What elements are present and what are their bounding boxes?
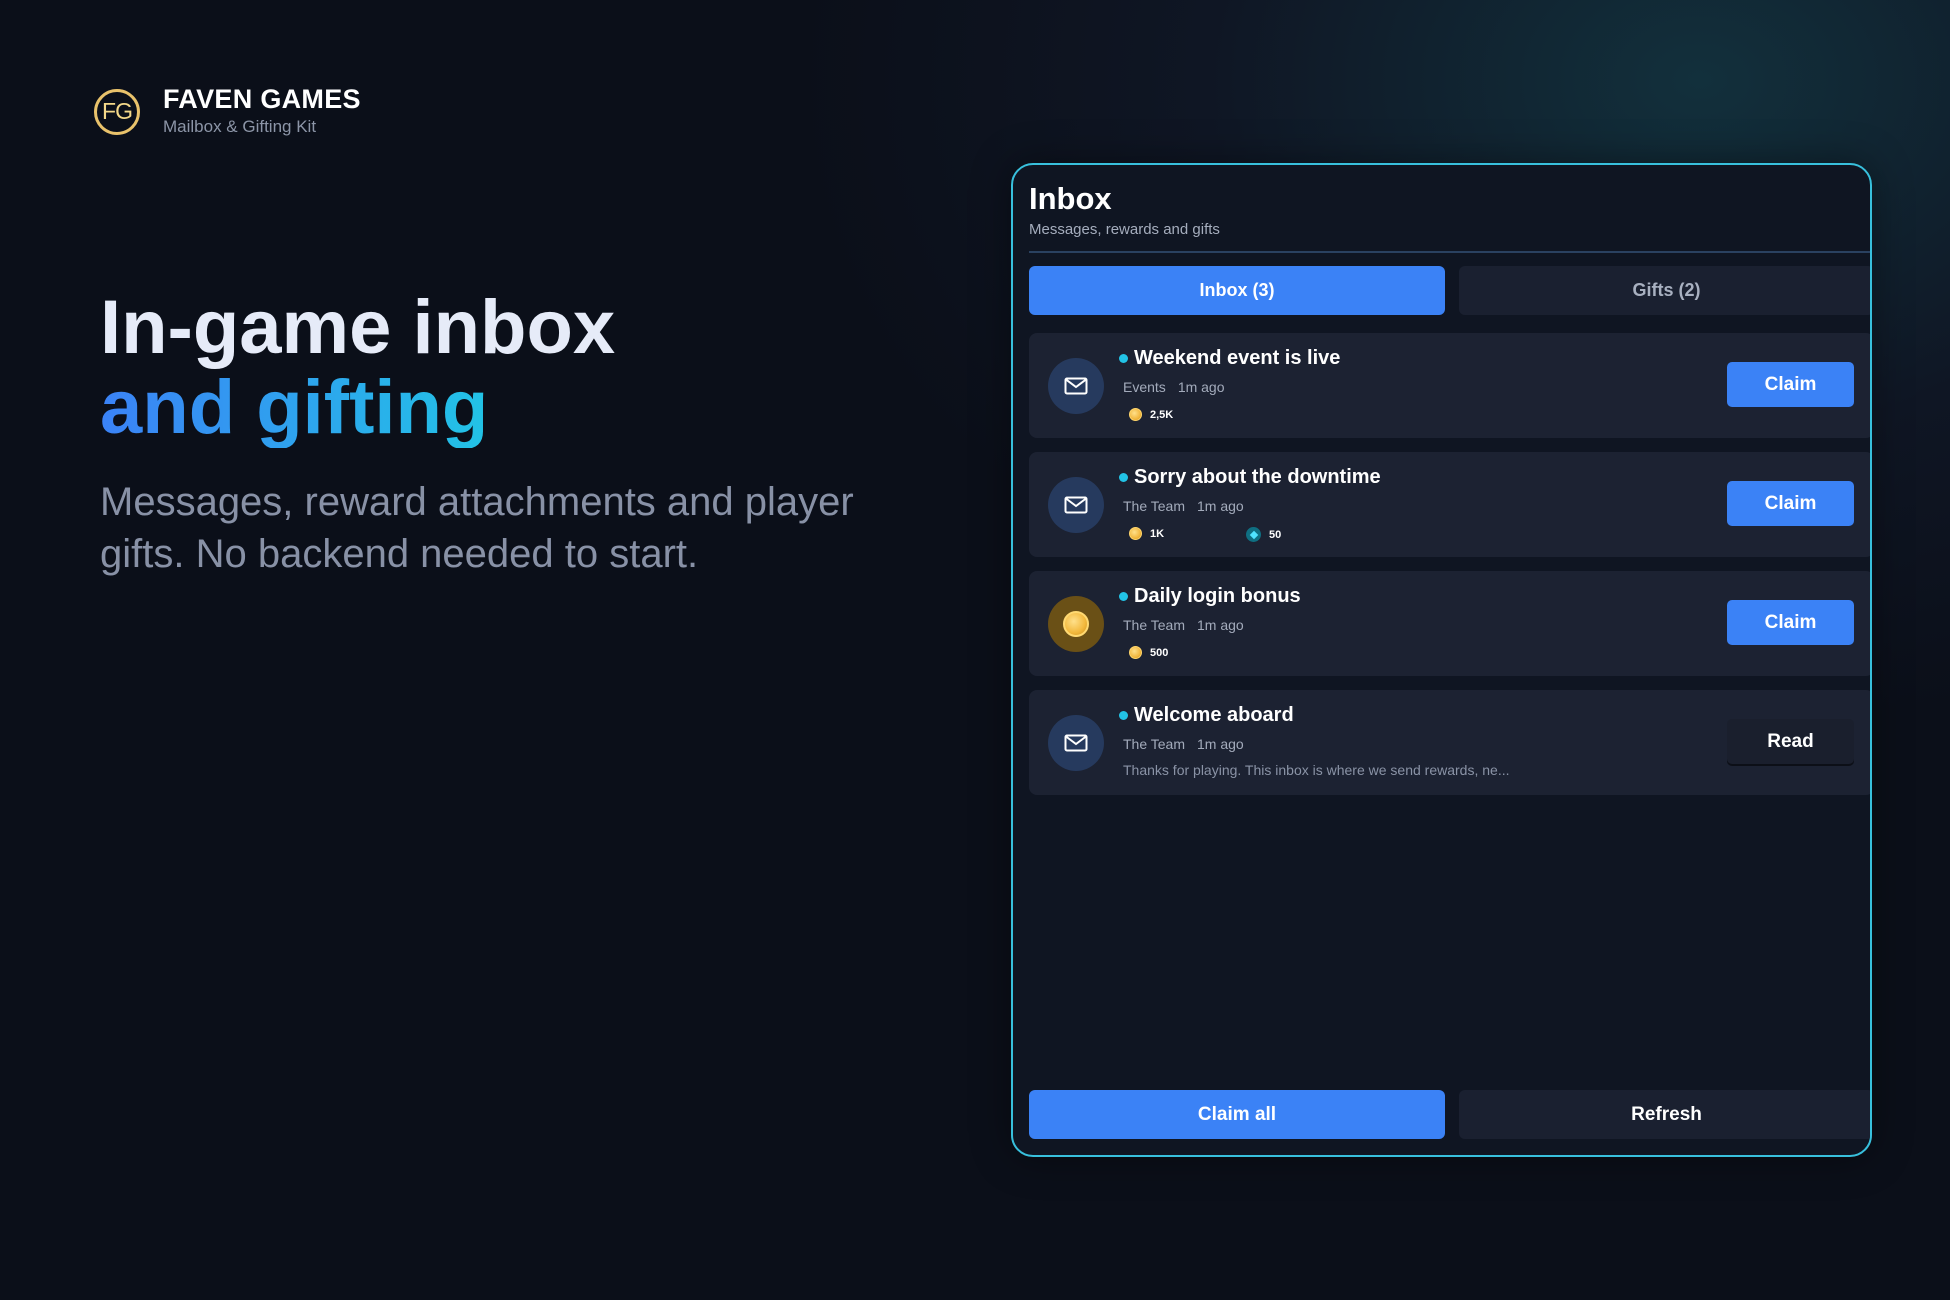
reward-item: 50 — [1246, 527, 1281, 542]
coin-icon — [1129, 646, 1142, 659]
unread-dot — [1119, 354, 1128, 363]
message-avatar — [1048, 358, 1104, 414]
claim-all-button[interactable]: Claim all — [1029, 1090, 1445, 1139]
reward-value: 2,5K — [1150, 408, 1174, 421]
hero-title-line1: In-game inbox — [100, 285, 616, 370]
message-avatar — [1048, 477, 1104, 533]
reward-value: 1K — [1150, 527, 1165, 540]
claim-button[interactable]: Claim — [1727, 481, 1854, 526]
reward-item: 1K — [1129, 527, 1164, 540]
message-title: Daily login bonus — [1134, 585, 1301, 607]
message-avatar — [1048, 596, 1104, 652]
message-meta: The Team 1m ago — [1123, 498, 1244, 514]
unread-dot — [1119, 592, 1128, 601]
message-item-downtime[interactable]: Sorry about the downtime The Team 1m ago … — [1029, 452, 1870, 557]
envelope-icon — [1064, 377, 1088, 395]
message-item-daily-login[interactable]: Daily login bonus The Team 1m ago 500 Cla… — [1029, 571, 1870, 676]
message-item-welcome[interactable]: Welcome aboard The Team 1m ago Thanks for… — [1029, 690, 1870, 795]
reward-value: 50 — [1269, 528, 1282, 541]
message-preview: Thanks for playing. This inbox is where … — [1123, 762, 1510, 778]
message-title: Weekend event is live — [1134, 347, 1341, 369]
message-title: Sorry about the downtime — [1134, 466, 1381, 488]
message-meta: The Team 1m ago — [1123, 617, 1244, 633]
claim-button[interactable]: Claim — [1727, 600, 1854, 645]
message-sender: The Team — [1123, 498, 1185, 514]
brand-name: FAVEN GAMES — [163, 84, 361, 114]
reward-item: 500 — [1129, 646, 1168, 659]
message-sender: Events — [1123, 379, 1166, 395]
panel-divider — [1029, 251, 1870, 253]
panel-subtitle: Messages, rewards and gifts — [1029, 221, 1220, 238]
brand: FG FAVEN GAMES Mailbox & Gifting Kit — [94, 86, 361, 137]
tab-bar: Inbox (3) Gifts (2) — [1029, 266, 1870, 315]
refresh-button[interactable]: Refresh — [1459, 1090, 1870, 1139]
brand-subtitle: Mailbox & Gifting Kit — [163, 117, 317, 136]
envelope-icon — [1064, 734, 1088, 752]
brand-logo-icon: FG — [94, 88, 140, 135]
coin-icon — [1129, 527, 1142, 540]
panel-header: Inbox Messages, rewards and gifts — [1029, 179, 1220, 238]
message-time: 1m ago — [1197, 617, 1244, 633]
brand-text: FAVEN GAMES Mailbox & Gifting Kit — [163, 86, 361, 137]
unread-dot — [1119, 473, 1128, 482]
message-meta: Events 1m ago — [1123, 379, 1225, 395]
message-time: 1m ago — [1197, 736, 1244, 752]
reward-item: 2,5K — [1129, 408, 1173, 421]
message-sender: The Team — [1123, 617, 1185, 633]
hero-subtitle: Messages, reward attachments and player … — [100, 480, 854, 576]
coin-icon — [1063, 611, 1089, 637]
message-avatar — [1048, 715, 1104, 771]
tab-inbox[interactable]: Inbox (3) — [1029, 266, 1445, 315]
inbox-panel: Inbox Messages, rewards and gifts Inbox … — [1011, 163, 1872, 1157]
envelope-icon — [1064, 496, 1088, 514]
message-list: Weekend event is live Events 1m ago 2,5K … — [1029, 333, 1870, 809]
coin-icon — [1129, 408, 1142, 421]
message-sender: The Team — [1123, 736, 1185, 752]
message-item-weekend-event[interactable]: Weekend event is live Events 1m ago 2,5K … — [1029, 333, 1870, 438]
panel-title: Inbox — [1029, 181, 1112, 216]
hero-title: In-game inbox and gifting — [100, 288, 615, 448]
hero-title-line2: and gifting — [100, 365, 489, 450]
tab-gifts[interactable]: Gifts (2) — [1459, 266, 1870, 315]
message-time: 1m ago — [1197, 498, 1244, 514]
unread-dot — [1119, 711, 1128, 720]
message-title: Welcome aboard — [1134, 704, 1294, 726]
gem-icon — [1246, 527, 1261, 542]
claim-button[interactable]: Claim — [1727, 362, 1854, 407]
message-time: 1m ago — [1177, 379, 1225, 395]
reward-value: 500 — [1150, 646, 1169, 659]
message-meta: The Team 1m ago — [1123, 736, 1244, 752]
read-button[interactable]: Read — [1727, 719, 1854, 764]
